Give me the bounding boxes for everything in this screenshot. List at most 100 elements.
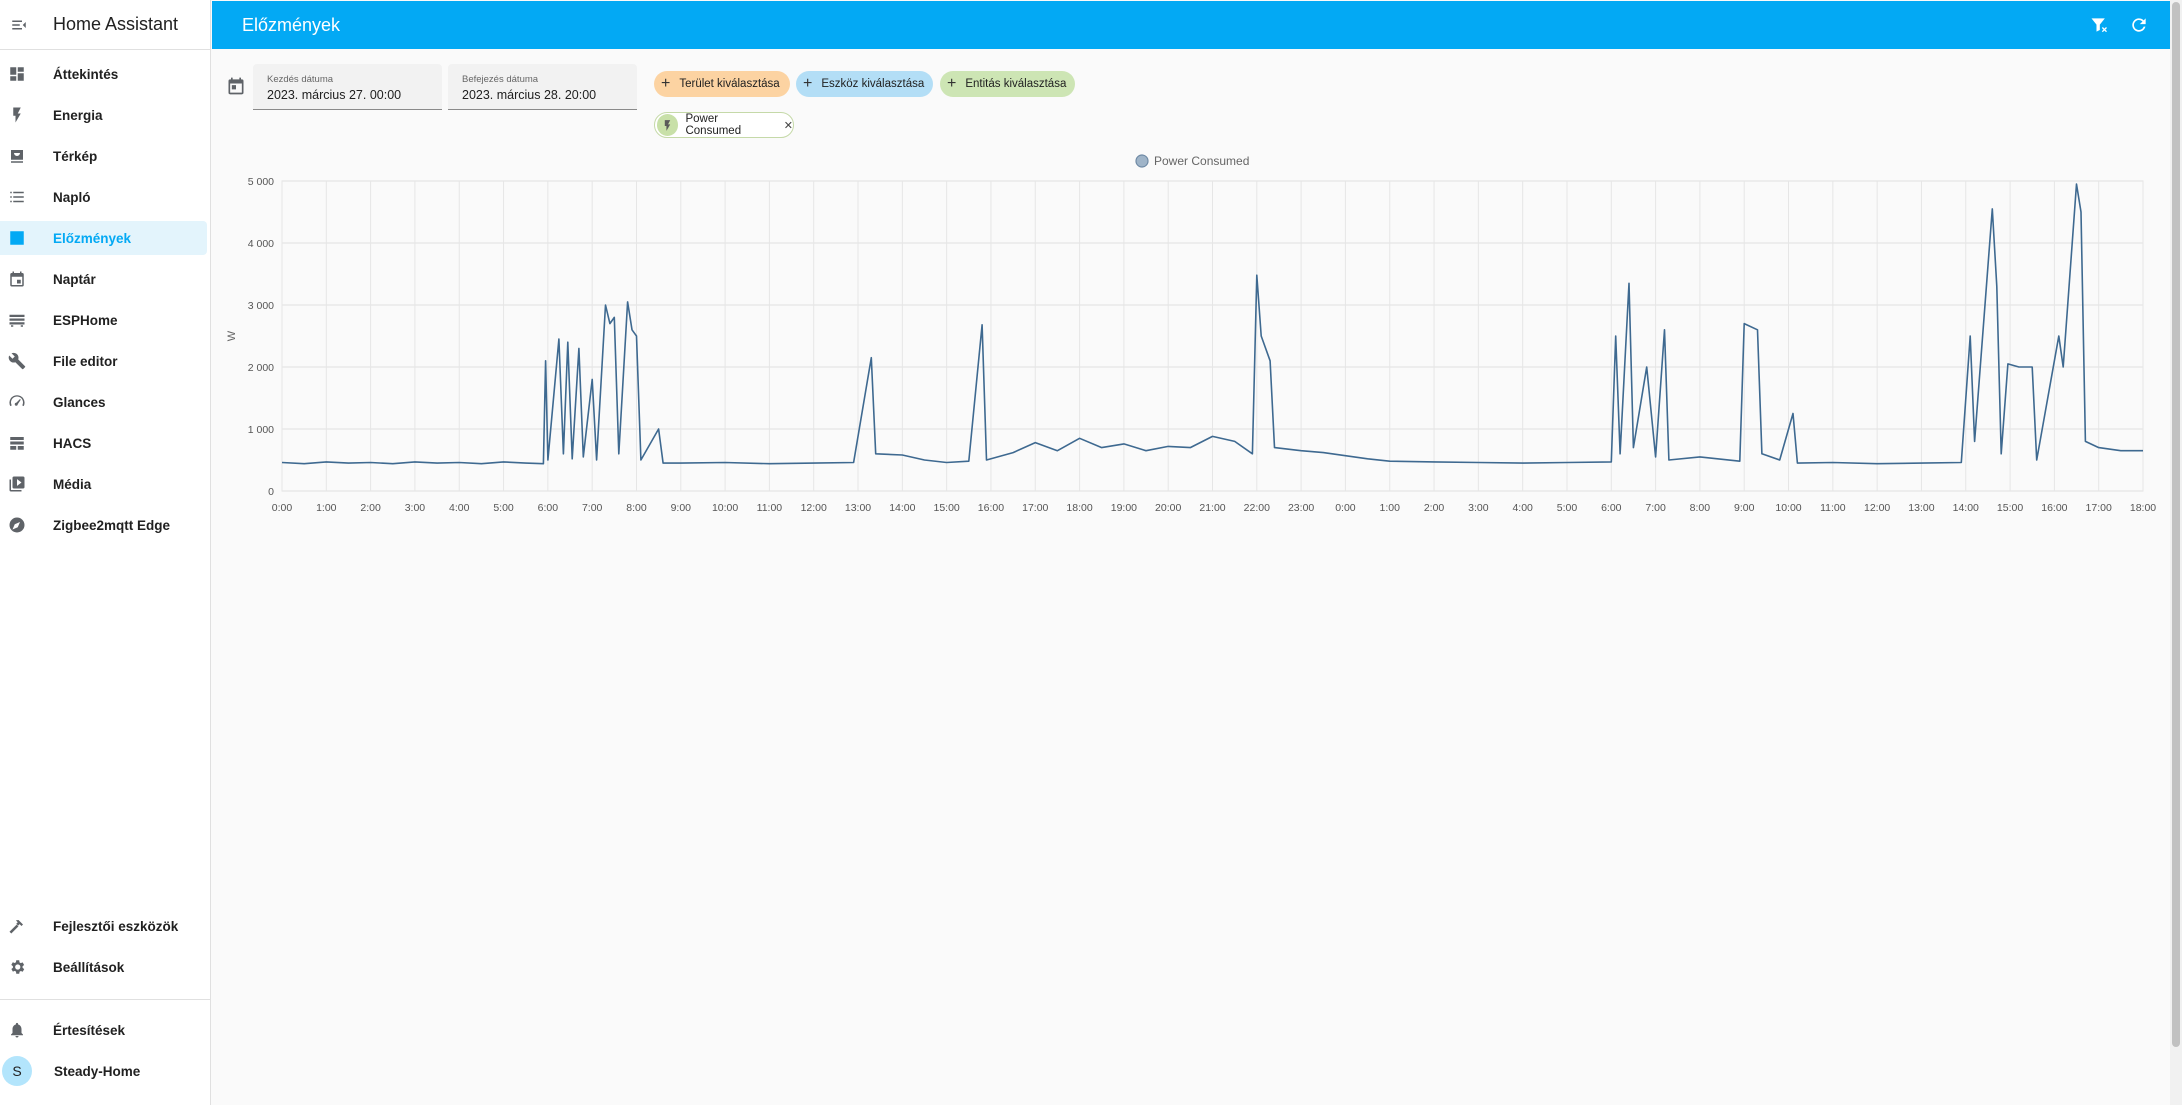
chart-legend[interactable]: Power Consumed (1135, 154, 1249, 168)
sidebar-item-label: HACS (53, 435, 92, 451)
sidebar: Home Assistant Áttekintés Energia Térkép Na… (0, 0, 211, 1105)
selected-entity-chip[interactable]: Power Consumed ✕ (654, 112, 794, 138)
x-tick-label: 1:00 (1380, 502, 1401, 514)
vertical-scrollbar[interactable] (2170, 0, 2182, 1105)
remove-entity-icon[interactable]: ✕ (784, 119, 793, 132)
x-tick-label: 11:00 (757, 502, 783, 514)
gauge-icon (8, 393, 26, 411)
y-axis-label: W (226, 330, 238, 341)
x-tick-label: 18:00 (1066, 502, 1092, 514)
history-chart: Power Consumed W 0 1 000 2 000 3 000 4 000 5 … (226, 154, 2157, 514)
dashboard-icon (8, 65, 26, 83)
sidebar-item-napt-r[interactable]: Naptár (0, 262, 207, 296)
plus-icon: + (947, 75, 957, 92)
x-tick-label: 4:00 (449, 502, 470, 514)
x-tick-label: 7:00 (1645, 502, 1666, 514)
app-title: Home Assistant (53, 14, 179, 34)
x-tick-label: 15:00 (1997, 502, 2023, 514)
x-tick-label: 22:00 (1244, 502, 1270, 514)
compass-icon (8, 516, 26, 534)
notifications-button[interactable]: Értesítések (0, 1013, 207, 1047)
x-tick-label: 11:00 (1820, 502, 1846, 514)
sidebar-item-label: Beállítások (53, 959, 125, 975)
sidebar-item-zigbee2mqtt-edge[interactable]: Zigbee2mqtt Edge (0, 508, 207, 542)
x-tick-label: 16:00 (978, 502, 1004, 514)
sidebar-item-be-ll-t-sok[interactable]: Beállítások (0, 950, 207, 984)
menu-toggle-icon[interactable] (3, 9, 35, 41)
x-tick-label: 16:00 (2041, 502, 2067, 514)
x-tick-label: 12:00 (801, 502, 827, 514)
legend-label: Power Consumed (1154, 154, 1249, 168)
y-tick-label: 4 000 (248, 238, 274, 250)
x-tick-label: 10:00 (712, 502, 738, 514)
chart-grid (281, 180, 2144, 492)
y-tick-label: 1 000 (248, 424, 274, 436)
sidebar-item-energia[interactable]: Energia (0, 98, 207, 132)
sidebar-item-hacs[interactable]: HACS (0, 426, 207, 460)
user-name: Steady-Home (54, 1063, 141, 1079)
area-select-label: Terület kiválasztása (679, 78, 780, 90)
hacs-icon (8, 434, 26, 452)
chip-icon (8, 311, 26, 329)
x-tick-label: 23:00 (1288, 502, 1314, 514)
end-date-field[interactable]: Befejezés dátuma 2023. március 28. 20:00 (448, 64, 637, 110)
lightning-icon (657, 114, 679, 136)
page-title: Előzmények (242, 14, 341, 35)
x-tick-label: 6:00 (1601, 502, 1622, 514)
sidebar-item-label: Fejlesztői eszközök (53, 918, 179, 934)
x-tick-label: 21:00 (1199, 502, 1225, 514)
clear-filter-icon[interactable] (2087, 13, 2111, 37)
y-tick-label: 0 (268, 486, 274, 498)
map-icon (8, 147, 26, 165)
x-tick-label: 6:00 (538, 502, 559, 514)
sidebar-item-el-zm-nyek[interactable]: Előzmények (0, 221, 207, 255)
x-tick-label: 18:00 (2130, 502, 2156, 514)
legend-swatch (1135, 154, 1149, 168)
y-axis-ticks: 0 1 000 2 000 3 000 4 000 5 000 (248, 176, 274, 498)
refresh-icon[interactable] (2127, 13, 2151, 37)
sidebar-item-m-dia[interactable]: Média (0, 467, 207, 501)
scrollbar-thumb[interactable] (2172, 2, 2180, 1047)
list-icon (8, 188, 26, 206)
wrench-icon (8, 352, 26, 370)
lightning-icon (8, 106, 26, 124)
avatar: S (2, 1056, 32, 1086)
end-date-value: 2023. március 28. 20:00 (462, 88, 597, 102)
sidebar-item-fejleszt-i-eszk-z-k[interactable]: Fejlesztői eszközök (0, 909, 207, 943)
x-tick-label: 0:00 (272, 502, 293, 514)
sidebar-item-glances[interactable]: Glances (0, 385, 207, 419)
calendar-icon[interactable] (226, 76, 246, 98)
area-select-chip[interactable]: + Terület kiválasztása (654, 71, 790, 97)
x-tick-label: 8:00 (1690, 502, 1711, 514)
sidebar-item-file-editor[interactable]: File editor (0, 344, 207, 378)
sidebar-item-label: Média (53, 476, 92, 492)
x-tick-label: 3:00 (1468, 502, 1489, 514)
user-profile[interactable]: S Steady-Home (0, 1054, 207, 1088)
entity-select-label: Entitás kiválasztása (965, 78, 1067, 90)
x-tick-label: 5:00 (1557, 502, 1578, 514)
y-tick-label: 5 000 (248, 176, 274, 188)
y-tick-label: 2 000 (248, 362, 274, 374)
sidebar-item-label: File editor (53, 353, 118, 369)
sidebar-divider (0, 999, 211, 1000)
x-axis-ticks: 0:00 1:00 2:00 3:00 4:00 5:00 6:00 7:00 8:00 9:00… (272, 502, 2157, 514)
x-tick-label: 7:00 (582, 502, 603, 514)
media-icon (8, 475, 26, 493)
sidebar-header: Home Assistant (0, 0, 210, 50)
sidebar-item--ttekint-s[interactable]: Áttekintés (0, 57, 207, 91)
x-tick-label: 19:00 (1111, 502, 1137, 514)
sidebar-item-napl-[interactable]: Napló (0, 180, 207, 214)
gear-icon (8, 958, 26, 976)
entity-select-chip[interactable]: + Entitás kiválasztása (940, 71, 1075, 97)
y-tick-label: 3 000 (248, 300, 274, 312)
device-select-chip[interactable]: + Eszköz kiválasztása (796, 71, 933, 97)
x-tick-label: 13:00 (845, 502, 871, 514)
x-tick-label: 15:00 (934, 502, 960, 514)
x-tick-label: 5:00 (493, 502, 514, 514)
x-tick-label: 9:00 (671, 502, 692, 514)
sidebar-item-esphome[interactable]: ESPHome (0, 303, 207, 337)
sidebar-item-t-rk-p[interactable]: Térkép (0, 139, 207, 173)
x-tick-label: 20:00 (1155, 502, 1181, 514)
start-date-field[interactable]: Kezdés dátuma 2023. március 27. 00:00 (253, 64, 442, 110)
x-tick-label: 9:00 (1734, 502, 1755, 514)
